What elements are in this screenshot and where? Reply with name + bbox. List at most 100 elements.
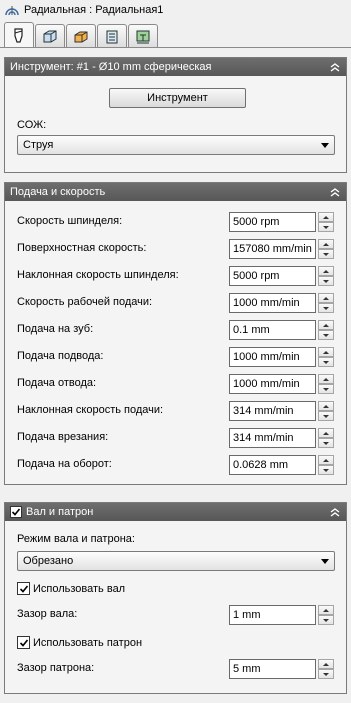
feed-row: Подача врезания: 314 mm/min: [5, 427, 346, 449]
feed-row-spinner[interactable]: [318, 293, 334, 313]
spin-up-icon[interactable]: [318, 605, 334, 615]
checkmark-icon: [19, 584, 28, 593]
spin-down-icon[interactable]: [318, 222, 334, 232]
holder-clearance-spinner[interactable]: [318, 659, 334, 679]
feed-row: Наклонная скорость шпинделя: 5000 rpm: [5, 265, 346, 287]
spin-down-icon[interactable]: [318, 465, 334, 475]
shaft-holder-enable-checkbox[interactable]: [10, 506, 22, 518]
checkmark-icon: [11, 508, 21, 516]
feed-speed-panel-header[interactable]: Подача и скорость: [5, 183, 346, 201]
tool-panel-title: Инструмент: #1 - Ø10 mm сферическая: [10, 61, 212, 73]
fixture-icon: [136, 30, 150, 43]
feed-row: Подача отвода: 1000 mm/min: [5, 373, 346, 395]
feed-speed-panel: Подача и скорость Скорость шпинделя: 5000…: [4, 182, 347, 485]
feed-row-input[interactable]: 314 mm/min: [229, 428, 316, 448]
use-holder-checkbox[interactable]: [17, 636, 30, 649]
feed-row: Скорость рабочей подачи: 1000 mm/min: [5, 292, 346, 314]
tab-passes[interactable]: [97, 24, 127, 48]
use-holder-checkbox-row[interactable]: Использовать патрон: [17, 636, 142, 649]
feed-row-input[interactable]: 314 mm/min: [229, 401, 316, 421]
use-shaft-checkbox[interactable]: [17, 582, 30, 595]
feed-row: Поверхностная скорость: 157080 mm/min: [5, 238, 346, 260]
feed-row-label: Подача на оборот:: [17, 458, 112, 470]
spin-up-icon[interactable]: [318, 266, 334, 276]
tab-geometry[interactable]: [35, 24, 65, 48]
feed-row-spinner[interactable]: [318, 347, 334, 367]
spin-up-icon[interactable]: [318, 320, 334, 330]
spin-up-icon[interactable]: [318, 374, 334, 384]
shaft-clearance-spinner[interactable]: [318, 605, 334, 625]
feed-row-input[interactable]: 1000 mm/min: [229, 293, 316, 313]
feed-row-spinner[interactable]: [318, 320, 334, 340]
feed-row-input[interactable]: 5000 rpm: [229, 212, 316, 232]
feed-row-spinner[interactable]: [318, 266, 334, 286]
spin-down-icon[interactable]: [318, 303, 334, 313]
collapse-icon[interactable]: [328, 505, 342, 519]
shaft-clearance-row: Зазор вала: 1 mm: [5, 604, 346, 626]
shaft-clearance-input[interactable]: 1 mm: [229, 605, 316, 625]
spin-down-icon[interactable]: [318, 276, 334, 286]
feed-row-label: Скорость шпинделя:: [17, 215, 123, 227]
use-shaft-checkbox-row[interactable]: Использовать вал: [17, 582, 125, 595]
tool-select-button[interactable]: Инструмент: [109, 88, 246, 108]
tab-linking[interactable]: [128, 24, 158, 48]
window-title: Радиальная : Радиальная1: [24, 4, 164, 16]
feed-row: Скорость шпинделя: 5000 rpm: [5, 211, 346, 233]
feed-row-input[interactable]: 5000 rpm: [229, 266, 316, 286]
feed-row-label: Скорость рабочей подачи:: [17, 296, 153, 308]
shaft-holder-panel-title: Вал и патрон: [26, 506, 94, 518]
feed-row-input[interactable]: 0.0628 mm: [229, 455, 316, 475]
feed-row-input[interactable]: 157080 mm/min: [229, 239, 316, 259]
spin-down-icon[interactable]: [318, 357, 334, 367]
tab-strip: [4, 22, 159, 48]
spin-up-icon[interactable]: [318, 212, 334, 222]
shaft-clearance-label: Зазор вала:: [17, 608, 78, 620]
feed-row-spinner[interactable]: [318, 212, 334, 232]
block-icon: [74, 31, 88, 42]
feed-row-spinner[interactable]: [318, 374, 334, 394]
holder-clearance-input[interactable]: 5 mm: [229, 659, 316, 679]
spin-up-icon[interactable]: [318, 239, 334, 249]
tool-panel: Инструмент: #1 - Ø10 mm сферическая Инст…: [4, 57, 347, 173]
use-holder-label: Использовать патрон: [33, 636, 143, 649]
spin-down-icon[interactable]: [318, 330, 334, 340]
tool-panel-header[interactable]: Инструмент: #1 - Ø10 mm сферическая: [5, 58, 346, 76]
spin-up-icon[interactable]: [318, 428, 334, 438]
spin-down-icon[interactable]: [318, 384, 334, 394]
shaft-holder-panel-header[interactable]: Вал и патрон: [5, 503, 346, 521]
collapse-icon[interactable]: [328, 185, 342, 199]
chevron-down-icon: [321, 143, 329, 148]
feed-row: Подача подвода: 1000 mm/min: [5, 346, 346, 368]
tab-divider: [0, 47, 351, 48]
spin-down-icon[interactable]: [318, 411, 334, 421]
feed-row-label: Наклонная скорость шпинделя:: [17, 269, 179, 281]
spin-up-icon[interactable]: [318, 347, 334, 357]
feed-row-label: Подача врезания:: [17, 431, 109, 443]
spin-down-icon[interactable]: [318, 615, 334, 625]
shaft-holder-mode-select[interactable]: Обрезано: [17, 551, 335, 571]
use-shaft-label: Использовать вал: [33, 582, 126, 595]
feed-row-spinner[interactable]: [318, 401, 334, 421]
coolant-select[interactable]: Струя: [17, 135, 335, 155]
feed-row-input[interactable]: 1000 mm/min: [229, 374, 316, 394]
spin-up-icon[interactable]: [318, 293, 334, 303]
spin-down-icon[interactable]: [318, 438, 334, 448]
feed-row-spinner[interactable]: [318, 428, 334, 448]
spin-up-icon[interactable]: [318, 455, 334, 465]
spin-up-icon[interactable]: [318, 659, 334, 669]
collapse-icon[interactable]: [328, 60, 342, 74]
spin-down-icon[interactable]: [318, 249, 334, 259]
spin-up-icon[interactable]: [318, 401, 334, 411]
feed-row-input[interactable]: 1000 mm/min: [229, 347, 316, 367]
tab-heights[interactable]: [66, 24, 96, 48]
tool-icon: [14, 27, 23, 43]
feed-row-label: Подача на зуб:: [17, 323, 94, 335]
coolant-label: СОЖ:: [17, 119, 47, 131]
tab-tool[interactable]: [4, 22, 34, 48]
feed-row-spinner[interactable]: [318, 239, 334, 259]
holder-clearance-row: Зазор патрона: 5 mm: [5, 658, 346, 680]
spin-down-icon[interactable]: [318, 669, 334, 679]
feed-row-label: Наклонная скорость подачи:: [17, 404, 164, 416]
feed-row-input[interactable]: 0.1 mm: [229, 320, 316, 340]
feed-row-spinner[interactable]: [318, 455, 334, 475]
